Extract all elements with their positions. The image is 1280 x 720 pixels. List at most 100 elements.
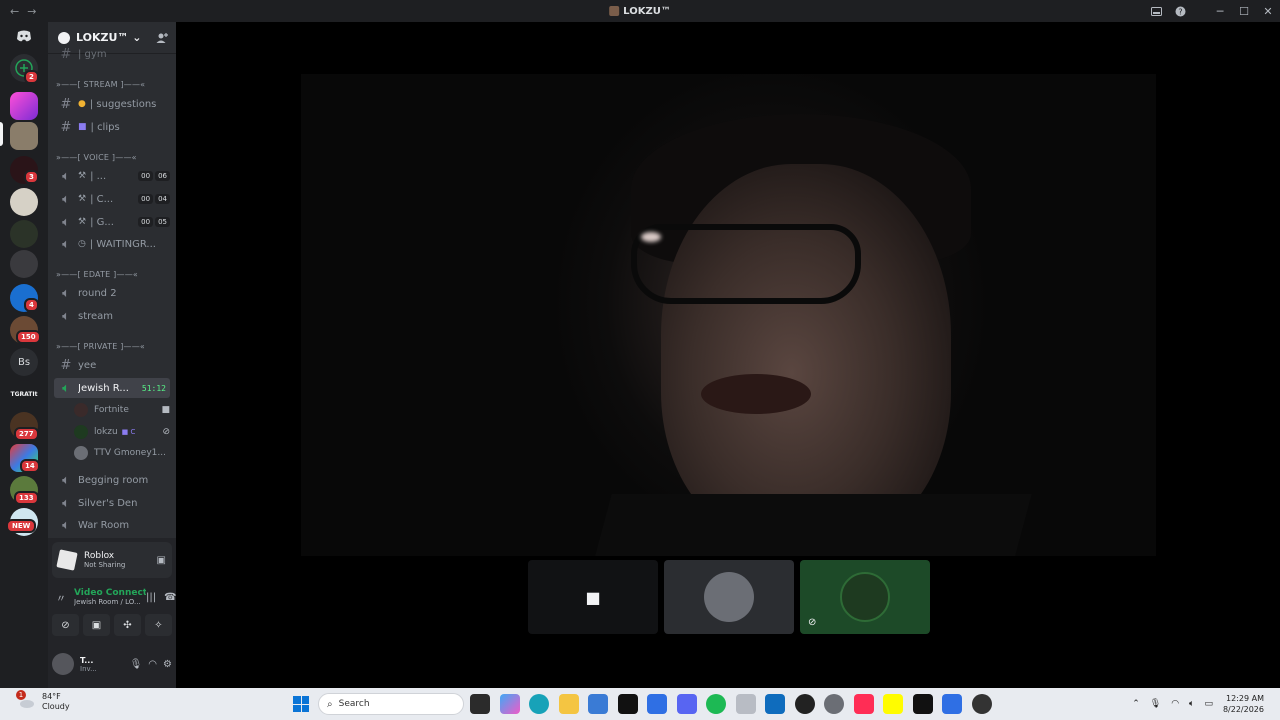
clock[interactable]: 12:29 AM 8/22/2026 <box>1223 693 1264 715</box>
discord-home-icon[interactable] <box>10 22 38 50</box>
voice-member[interactable]: lokzu ■ C ⊘ <box>74 422 170 442</box>
guild-pink[interactable] <box>10 92 38 120</box>
camera-off-icon[interactable]: ⊘ <box>52 614 79 636</box>
clock-icon: ◷ <box>78 239 86 249</box>
voice-member[interactable]: TTV Gmoney1... <box>74 443 170 463</box>
capcut-icon[interactable] <box>912 694 933 714</box>
participant-tile[interactable]: ⊘ <box>800 560 930 634</box>
file-explorer-icon[interactable] <box>558 694 579 714</box>
channel-war-room[interactable]: 🔈︎ War Room <box>54 515 170 535</box>
channel-round-2[interactable]: 🔈︎ round 2 <box>54 283 170 303</box>
voice-member[interactable]: Fortnite ■ <box>74 400 170 420</box>
wifi-icon[interactable]: ◠ <box>1171 699 1179 709</box>
guild-lokzu[interactable] <box>10 122 38 150</box>
speaker-icon: 🔈︎ <box>62 380 70 396</box>
app-blue-icon[interactable] <box>647 694 667 714</box>
chevron-down-icon: ⌄ <box>132 31 142 44</box>
channel-clips[interactable]: # ■ | clips <box>54 117 170 137</box>
channel-suggestions[interactable]: # ● | suggestions <box>54 94 170 114</box>
back-button[interactable]: ← <box>10 5 19 18</box>
channel-waiting[interactable]: 🔈︎ ◷ | WAITINGR... <box>54 234 170 254</box>
activity-card[interactable]: Roblox Not Sharing ▣ <box>52 542 172 578</box>
speaker-icon: 🔈︎ <box>62 517 70 533</box>
guild-badge: 133 <box>14 491 39 505</box>
camera-icon: ■ <box>161 405 170 415</box>
inbox-icon[interactable] <box>1144 0 1168 22</box>
main-video-feed[interactable] <box>301 74 1156 556</box>
gear-icon[interactable]: ⚙︎ <box>163 659 172 670</box>
svg-text:?: ? <box>1178 7 1182 16</box>
channel-stream[interactable]: 🔈︎ stream <box>54 306 170 326</box>
speaker-icon: 🔈︎ <box>62 285 70 301</box>
obs-icon[interactable] <box>794 694 815 714</box>
forward-button[interactable]: → <box>27 5 36 18</box>
headphones-icon[interactable]: ◠ <box>148 659 157 670</box>
channel-gym[interactable]: # | gym <box>54 46 170 62</box>
activities-icon[interactable]: ✣ <box>114 614 141 636</box>
participant-tile[interactable] <box>664 560 794 634</box>
discord-icon[interactable] <box>676 694 697 714</box>
weather-widget[interactable]: 1 84°F Cloudy <box>16 690 70 712</box>
video-face <box>661 164 951 544</box>
edge-icon[interactable] <box>529 694 549 714</box>
vc-location[interactable]: Jewish Room / LO... <box>74 598 146 606</box>
avatar[interactable] <box>52 653 74 675</box>
microphone-icon[interactable]: 🎙︎ <box>130 659 143 670</box>
channel-begging-room[interactable]: 🔈︎ Begging room <box>54 470 170 490</box>
participant-tile[interactable]: ■ <box>528 560 658 634</box>
app-blue2-icon[interactable] <box>942 694 962 714</box>
channel-voice-2[interactable]: 🔈︎ ⚒︎ | C... 00 04 <box>54 189 170 209</box>
roblox-taskbar-icon[interactable] <box>971 694 992 714</box>
close-button[interactable]: ✕ <box>1256 0 1280 22</box>
guild-badge: 277 <box>14 427 39 441</box>
volume-icon[interactable]: 🔈︎ <box>1189 699 1194 709</box>
add-member-icon[interactable] <box>156 32 168 44</box>
windows-start-icon[interactable] <box>293 696 309 712</box>
settings-icon[interactable] <box>824 694 844 714</box>
taskbar-search[interactable]: ⌕ Search <box>318 693 464 715</box>
snapchat-icon[interactable] <box>883 694 903 714</box>
vc-status-title[interactable]: Video Connected <box>74 588 146 598</box>
guild-tgrat[interactable]: TGRATIt <box>10 380 38 408</box>
new-badge: NEW <box>6 519 37 533</box>
guild-5[interactable] <box>10 220 38 248</box>
weather-alert-badge: 1 <box>16 690 26 700</box>
category-voice[interactable]: »——[ VOICE ]——« <box>56 153 137 162</box>
guild-badge: 4 <box>24 298 39 312</box>
video-collar <box>590 494 1032 556</box>
channel-voice-3[interactable]: 🔈︎ ⚒︎ | G... 00 05 <box>54 212 170 232</box>
spotify-icon[interactable] <box>706 694 726 714</box>
minimize-button[interactable]: ─ <box>1208 0 1232 22</box>
chevron-up-icon[interactable]: ⌃ <box>1132 699 1140 709</box>
user-name[interactable]: T... <box>80 656 97 665</box>
soundboard-icon[interactable]: ✧ <box>145 614 172 636</box>
channel-jewish-room[interactable]: 🔈︎ Jewish R... 51:12 <box>54 378 170 398</box>
guild-badge: 150 <box>16 330 41 344</box>
guild-6[interactable] <box>10 250 38 278</box>
tiktok-icon[interactable] <box>617 694 638 714</box>
guild-4[interactable] <box>10 188 38 216</box>
task-view-icon[interactable] <box>470 694 490 714</box>
guild-bs[interactable]: Bs <box>10 348 38 376</box>
category-edate[interactable]: »——[ EDATE ]——« <box>56 270 138 279</box>
noise-suppression-icon[interactable]: ||| <box>146 592 156 603</box>
channel-voice-1[interactable]: 🔈︎ ⚒︎ | ... 00 06 <box>54 166 170 186</box>
maximize-button[interactable]: ☐ <box>1232 0 1256 22</box>
screen-share-icon[interactable]: ▣ <box>83 614 110 636</box>
channel-silvers-den[interactable]: 🔈︎ Silver's Den <box>54 493 170 513</box>
disconnect-icon[interactable]: ☎ <box>164 592 176 603</box>
channel-yee[interactable]: # yee <box>54 355 170 375</box>
battery-icon[interactable]: ▭ <box>1204 699 1213 709</box>
store-icon[interactable] <box>588 694 608 714</box>
cloud-icon: 1 <box>16 690 36 711</box>
hash-icon: # <box>60 119 72 135</box>
tiktok-alt-icon[interactable] <box>853 694 874 714</box>
share-screen-icon[interactable]: ▣ <box>157 555 166 566</box>
app-gray-icon[interactable] <box>735 694 756 714</box>
help-icon[interactable]: ? <box>1168 0 1192 22</box>
category-stream[interactable]: »——[ STREAM ]——« <box>56 80 145 89</box>
outlook-icon[interactable] <box>765 694 785 714</box>
microphone-tray-icon[interactable]: 🎙︎ <box>1150 699 1161 709</box>
category-private[interactable]: »——[ PRIVATE ]——« <box>56 342 145 351</box>
copilot-icon[interactable] <box>499 694 520 714</box>
